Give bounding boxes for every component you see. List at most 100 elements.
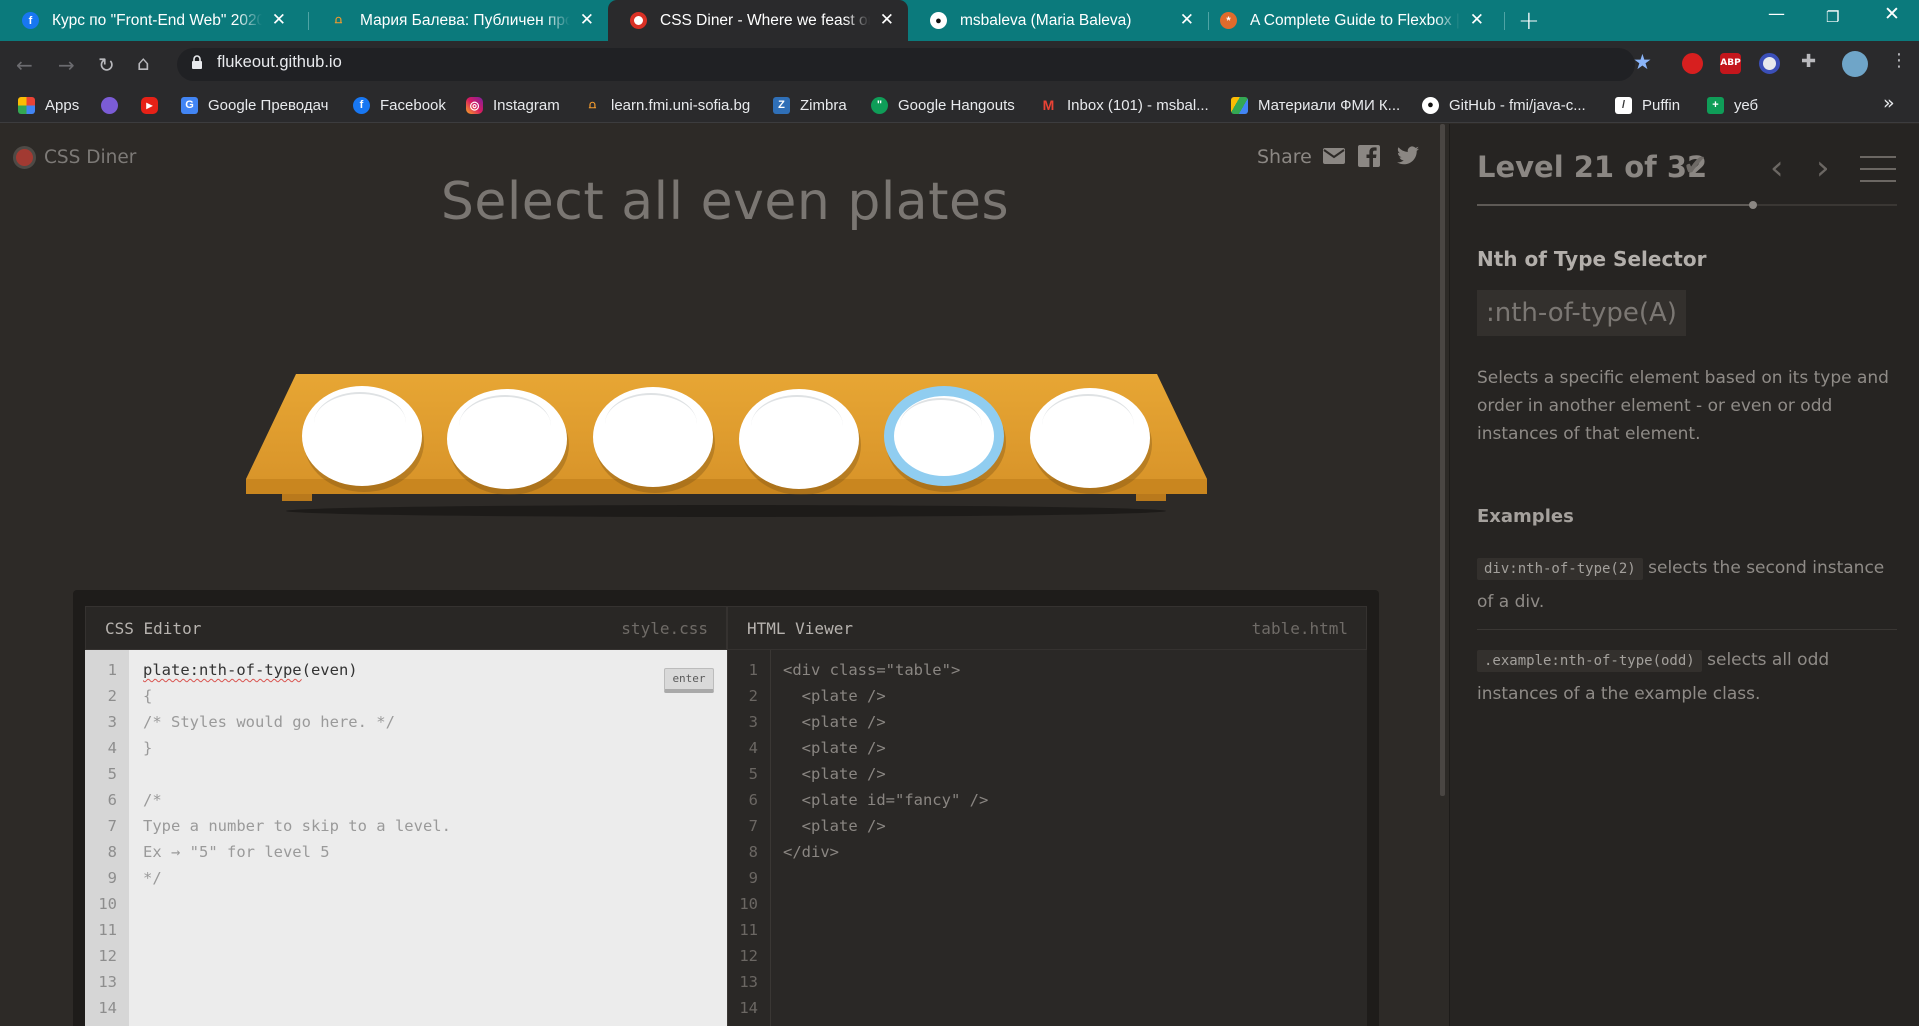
css-input-rest[interactable]: (even) [302,661,358,679]
page-scrollbar[interactable] [1440,124,1445,796]
html-code-line: <plate id="fancy" /> [783,791,989,809]
facebook-icon: f [353,96,370,114]
css-diner-page: CSS Diner Share Select all even plates C… [0,124,1919,1026]
fancy-plate[interactable] [884,386,1004,486]
line-number: 13 [739,973,758,991]
forward-icon[interactable]: → [58,53,75,77]
bookmarks-overflow-button[interactable]: » [1883,92,1895,114]
back-icon[interactable]: ← [16,53,33,77]
plate[interactable] [302,386,422,486]
example-item: .example:nth-of-type(odd) selects all od… [1477,644,1897,711]
line-number: 8 [107,843,117,861]
home-icon[interactable]: ⌂ [137,51,150,75]
line-number: 10 [739,895,758,913]
url-text[interactable]: flukeout.github.io [217,53,342,72]
bookmark-instagram[interactable]: ◎ Instagram [466,94,560,116]
bookmark-facebook[interactable]: f Facebook [353,94,446,116]
html-viewer-header: HTML Viewer table.html [727,606,1367,650]
bookmark-zimbra[interactable]: Z Zimbra [773,94,847,116]
level-sidebar: Level 21 of 32 ✔ ‹ › Nth of Type Selecto… [1449,124,1919,1026]
html-code-line: <plate /> [783,817,886,835]
new-tab-button[interactable]: + [1518,6,1540,36]
youtube-icon: ▶ [141,96,158,114]
extension-icon[interactable] [1759,53,1780,74]
avatar[interactable] [1842,51,1868,77]
css-input[interactable]: plate:nth-of-type [143,661,302,679]
bookmark-twitch[interactable] [101,94,128,116]
learn-icon: ⩍ [334,14,343,26]
close-window-button[interactable]: ✕ [1884,3,1900,25]
line-number: 9 [107,869,117,887]
tab-css-diner[interactable]: CSS Diner - Where we feast on C ✕ [608,0,908,41]
line-number: 7 [107,817,117,835]
level-menu-icon[interactable] [1860,156,1896,182]
line-number: 3 [748,713,758,731]
plate[interactable] [593,387,713,487]
line-number: 6 [107,791,117,809]
tab-front-end-course[interactable]: f Курс по "Front-End Web" 2020 | ✕ [0,0,300,41]
selector-description: Selects a specific element based on its … [1477,368,1889,444]
close-tab-icon[interactable]: ✕ [1470,10,1484,30]
bookmark-gmail-inbox[interactable]: M Inbox (101) - msbal... [1040,94,1209,116]
close-tab-icon[interactable]: ✕ [580,10,594,30]
email-share-icon[interactable] [1322,144,1346,168]
adblock-icon[interactable] [1682,53,1703,74]
plate[interactable] [739,389,859,489]
extensions-puzzle-icon[interactable]: ✚ [1801,51,1822,72]
learn-icon: ⩍ [588,98,597,111]
css-editor-pane: CSS Editor style.css 1 2 3 4 5 6 7 8 9 10 11 12 13 14… [85,606,727,1026]
enter-button[interactable]: enter [664,668,714,693]
level-progress-bar [1477,201,1897,209]
address-bar[interactable] [177,48,1635,81]
bookmark-star-icon[interactable]: ★ [1633,50,1652,74]
css-code[interactable]: plate:nth-of-type(even) { /* Styles woul… [143,650,451,995]
tab-flexbox-guide[interactable]: * A Complete Guide to Flexbox | C ✕ [1198,0,1498,41]
plate[interactable] [1030,388,1150,488]
css-diner-logo[interactable]: CSS Diner [13,146,136,169]
line-number: 2 [107,687,117,705]
close-tab-icon[interactable]: ✕ [880,10,894,30]
line-number: 14 [739,999,758,1017]
bookmark-github-fmi[interactable]: ● GitHub - fmi/java-c... [1422,94,1586,116]
bookmark-apps[interactable]: Apps [18,94,79,116]
level-progress-marker [1748,201,1757,209]
apps-icon [18,96,35,114]
line-number: 3 [107,713,117,731]
bookmark-google-translate[interactable]: G Google Преводач [181,94,328,116]
facebook-share-icon[interactable] [1357,144,1381,168]
close-tab-icon[interactable]: ✕ [272,10,286,30]
reload-icon[interactable]: ↻ [98,53,115,77]
close-tab-icon[interactable]: ✕ [1180,10,1194,30]
tab-github-msbaleva[interactable]: ● msbaleva (Maria Baleva) ✕ [908,0,1208,41]
sheets-icon: + [1707,96,1724,114]
tab-maria-baleva-profile[interactable]: ⩍ Мария Балева: Публичен проф ✕ [308,0,608,41]
line-number: 6 [748,791,758,809]
bookmark-learn-fmi[interactable]: ⩍ learn.fmi.uni-sofia.bg [584,94,750,116]
line-number: 11 [98,921,117,939]
html-code-line [783,891,988,917]
restore-button[interactable]: ❐ [1826,8,1839,26]
previous-level-button[interactable]: ‹ [1770,148,1784,188]
html-line-numbers: 1 2 3 4 5 6 7 8 9 10 11 12 13 14 [727,650,771,1026]
minimize-button[interactable]: — [1768,4,1785,24]
line-number: 13 [98,973,117,991]
html-code[interactable]: <div class="table"> <plate /> <plate /> … [783,650,988,1021]
level-indicator[interactable]: Level 21 of 32 [1477,150,1707,184]
abp-icon[interactable]: ABP [1720,53,1741,74]
plate[interactable] [447,389,567,489]
css-line-numbers: 1 2 3 4 5 6 7 8 9 10 11 12 13 14 [85,650,129,1026]
example-item: div:nth-of-type(2) selects the second in… [1477,552,1897,619]
facebook-icon: f [22,12,39,29]
line-number: 8 [748,843,758,861]
bookmark-fmi-materials[interactable]: Материали ФМИ К... [1231,94,1400,116]
zimbra-icon: Z [773,96,790,114]
next-level-button[interactable]: › [1816,148,1830,188]
menu-kebab-icon[interactable]: ⋮ [1890,50,1911,71]
html-code-line: <plate /> [783,687,886,705]
bookmark-web-sheet[interactable]: + уеб [1707,94,1758,116]
bookmark-google-hangouts[interactable]: " Google Hangouts [871,94,1015,116]
twitter-share-icon[interactable] [1394,144,1422,168]
line-number: 12 [98,947,117,965]
bookmark-youtube[interactable]: ▶ [141,94,168,116]
bookmark-puffin[interactable]: / Puffin [1615,94,1680,116]
